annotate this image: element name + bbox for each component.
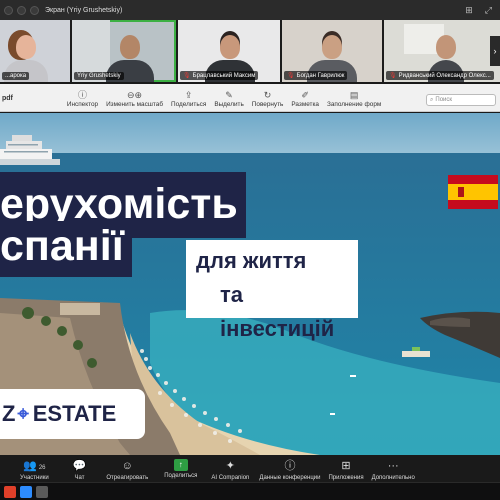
form-fill-button[interactable]: ▤ Заполнение форм — [323, 90, 385, 111]
chat-button[interactable]: 💬 Чат — [73, 459, 87, 481]
apps-label: Приложения — [328, 475, 364, 481]
participant-name: Богдан Гаврилюк — [296, 72, 345, 79]
shared-slide: ерухомість спанії для життя та інвестиці… — [0, 113, 500, 455]
participants-count: 26 — [38, 465, 46, 471]
share-button[interactable]: ⇪ Поделиться — [167, 90, 210, 111]
zoom-window: Экран (Yriy Grushetskiy) ⊞ ⤢ ...арока Yr… — [0, 0, 500, 500]
window-control-close[interactable] — [4, 5, 13, 15]
participants-label: Участники — [20, 475, 49, 481]
highlight-icon: ✎ — [225, 90, 233, 100]
dock-app-icon[interactable] — [4, 485, 16, 498]
more-label: Дополнительно — [371, 475, 415, 481]
info-icon: ⓘ — [77, 90, 87, 100]
markup-label: Разметка — [291, 101, 319, 108]
share-screen-icon: ↑ — [173, 459, 188, 471]
logo-text: ESTATE — [32, 401, 117, 426]
spain-flag-icon — [448, 175, 498, 209]
share-screen-label: Поделиться — [164, 473, 198, 479]
mic-off-icon: 🎙 — [183, 73, 191, 79]
window-title: Экран (Yriy Grushetskiy) — [45, 6, 123, 14]
window-control-minimize[interactable] — [17, 5, 26, 15]
participant-tile-active-speaker[interactable]: Yriy Grushetskiy — [72, 20, 176, 82]
apps-button[interactable]: ⊞ Приложения — [328, 459, 363, 481]
markup-icon: ✐ — [301, 90, 309, 100]
zoom-button[interactable]: ⊖⊕ Изменить масштаб — [102, 90, 167, 111]
rotate-icon: ↻ — [263, 90, 272, 100]
form-icon: ▤ — [349, 90, 359, 100]
subtitle-line-2: та інвестицій — [220, 282, 335, 341]
logo-left-letter: Z — [2, 401, 16, 426]
search-field[interactable]: ⌕ Поиск — [426, 94, 496, 106]
subtitle-box: для життя та інвестицій — [186, 240, 358, 341]
inspector-label: Инспектор — [66, 101, 99, 108]
zoom-app-icon[interactable] — [20, 485, 32, 498]
chat-icon: 💬 — [72, 460, 87, 472]
headline-line-2: спанії — [0, 221, 132, 277]
dock-app-icon[interactable] — [36, 485, 48, 498]
participant-tile[interactable]: 🎙 Богдан Гаврилюк — [282, 20, 382, 82]
participants-icon: 👥 26 — [23, 460, 46, 472]
share-label: Поделиться — [171, 101, 207, 108]
dock — [0, 482, 500, 500]
pdf-toolbar: pdf ⓘ Инспектор ⊖⊕ Изменить масштаб ⇪ По… — [0, 84, 500, 112]
pdf-file-label: pdf — [2, 95, 13, 102]
participant-tile[interactable]: 🎙 Брацлавський Максим — [178, 20, 280, 82]
zoom-icon: ⊖⊕ — [126, 90, 143, 100]
subtitle-line-1: для життя — [196, 248, 307, 273]
participant-name: Yriy Grushetskiy — [77, 73, 121, 79]
participant-name: ...арока — [5, 73, 27, 79]
ai-companion-icon: ✦ — [225, 460, 235, 472]
estate-logo: Z ⌖ ESTATE — [0, 389, 145, 439]
share-icon: ⇪ — [184, 90, 193, 100]
mic-off-icon: 🎙 — [389, 73, 397, 79]
share-screen-button[interactable]: ↑ Поделиться — [164, 459, 197, 479]
participant-tile[interactable]: ...арока — [0, 20, 70, 82]
fullscreen-icon[interactable]: ⤢ — [485, 5, 492, 16]
strip-next-arrow-icon[interactable]: › — [490, 36, 500, 66]
participant-name: Ридванський Олександр Олекс... — [398, 72, 491, 79]
search-icon: ⌕ — [430, 96, 434, 103]
chat-label: Чат — [74, 475, 85, 481]
markup-button[interactable]: ✐ Разметка — [287, 90, 323, 111]
more-button[interactable]: ··· Дополнительно — [372, 459, 415, 481]
location-pin-icon: ⌖ — [17, 402, 29, 425]
react-label: Отреагировать — [106, 475, 149, 481]
highlight-label: Выделить — [214, 101, 244, 108]
mic-off-icon: 🎙 — [287, 73, 295, 79]
form-fill-label: Заполнение форм — [326, 101, 382, 108]
participant-strip: ...арока Yriy Grushetskiy 🎙 Брацлавський … — [0, 20, 500, 82]
more-icon: ··· — [387, 460, 399, 472]
zoom-label: Изменить масштаб — [106, 101, 164, 108]
ai-companion-label: AI Companion — [211, 475, 250, 481]
highlight-button[interactable]: ✎ Выделить — [210, 90, 247, 111]
title-bar: Экран (Yriy Grushetskiy) ⊞ ⤢ — [0, 0, 500, 20]
search-placeholder: Поиск — [435, 97, 453, 103]
meeting-info-button[interactable]: ⓘ Данные конференции — [259, 459, 320, 481]
participants-button[interactable]: 👥 26 Участники — [20, 459, 49, 481]
react-icon: ☺ — [121, 460, 133, 472]
gallery-view-icon[interactable]: ⊞ — [465, 5, 473, 16]
meeting-info-label: Данные конференции — [259, 475, 321, 481]
info-icon: ⓘ — [284, 460, 296, 472]
participant-name: Брацлавський Максим — [192, 72, 256, 79]
participant-tile[interactable]: 🎙 Ридванський Олександр Олекс... › — [384, 20, 500, 82]
inspector-button[interactable]: ⓘ Инспектор — [63, 90, 102, 111]
ai-companion-button[interactable]: ✦ AI Companion — [211, 459, 249, 481]
react-button[interactable]: ☺ Отреагировать — [106, 459, 148, 481]
window-control-zoom[interactable] — [30, 5, 39, 15]
rotate-label: Повернуть — [251, 101, 284, 108]
apps-icon: ⊞ — [341, 460, 351, 472]
rotate-button[interactable]: ↻ Повернуть — [248, 90, 288, 111]
